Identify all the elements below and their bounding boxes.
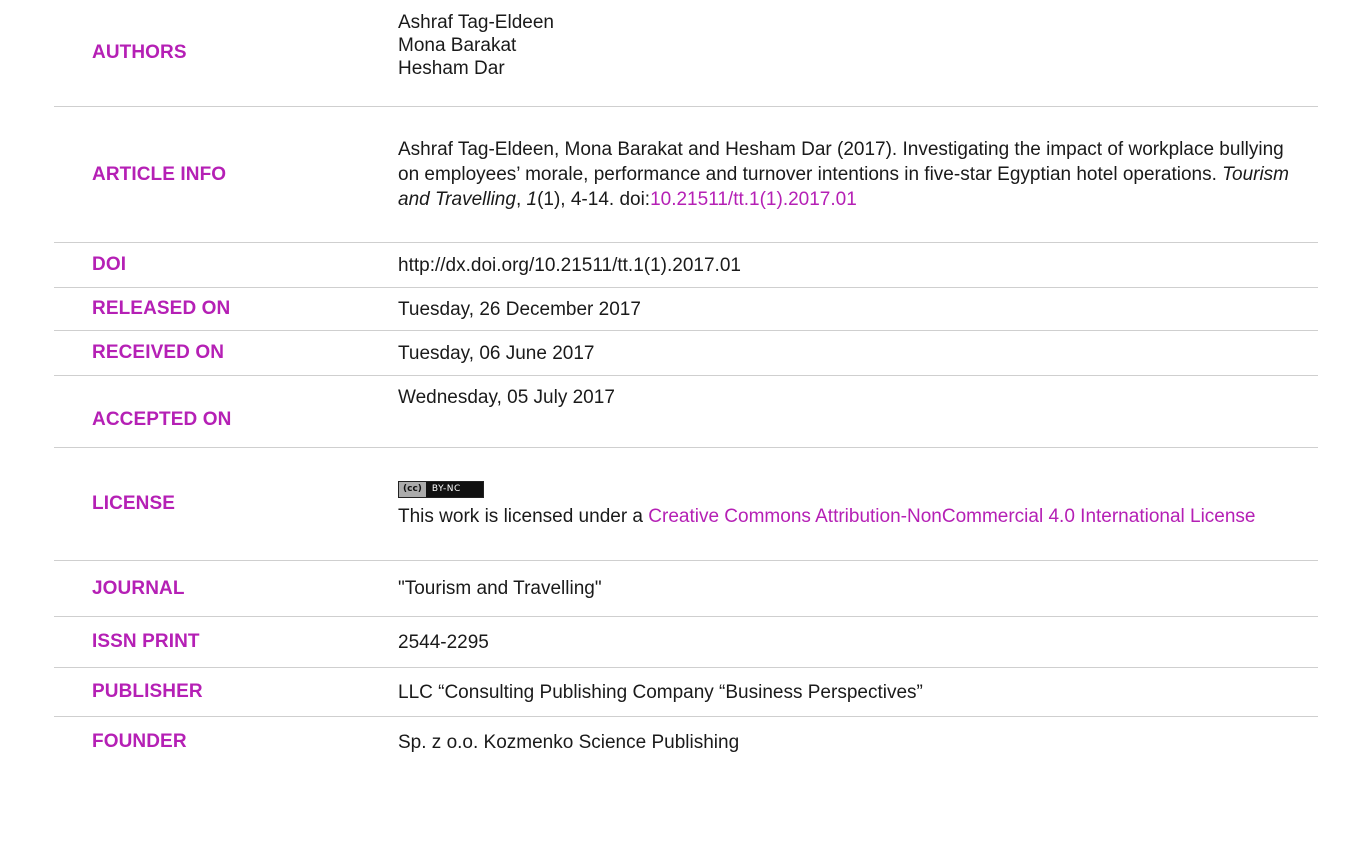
article-info-label: ARTICLE INFO bbox=[92, 163, 227, 185]
license-row: LICENSE (cc) BY-NC This work is licensed… bbox=[54, 448, 1318, 561]
received-on-value: Tuesday, 06 June 2017 bbox=[398, 342, 595, 364]
authors-label: AUTHORS bbox=[92, 42, 187, 63]
author-name: Mona Barakat bbox=[398, 34, 517, 56]
publisher-row: PUBLISHER LLC “Consulting Publishing Com… bbox=[54, 668, 1318, 717]
citation-comma: , bbox=[515, 189, 527, 210]
founder-label: FOUNDER bbox=[92, 731, 187, 752]
author-name: Ashraf Tag-Eldeen bbox=[398, 11, 554, 33]
doi-label: DOI bbox=[92, 254, 127, 275]
issn-print-value: 2544-2295 bbox=[398, 631, 489, 653]
journal-value: "Tourism and Travelling" bbox=[398, 578, 602, 599]
journal-label: JOURNAL bbox=[92, 577, 185, 599]
issn-print-label: ISSN PRINT bbox=[92, 631, 200, 652]
released-on-label: RELEASED ON bbox=[92, 298, 231, 319]
received-on-label: RECEIVED ON bbox=[92, 342, 225, 363]
citation-volume: 1 bbox=[526, 189, 538, 210]
founder-row: FOUNDER Sp. z o.o. Kozmenko Science Publ… bbox=[54, 717, 1318, 767]
license-label: LICENSE bbox=[92, 493, 176, 514]
accepted-on-label: ACCEPTED ON bbox=[92, 409, 232, 430]
license-value: (cc) BY-NC This work is licensed under a… bbox=[398, 473, 1318, 529]
authors-value: Ashraf Tag-Eldeen Mona Barakat Hesham Da… bbox=[398, 11, 1318, 80]
authors-row: AUTHORS Ashraf Tag-Eldeen Mona Barakat H… bbox=[54, 0, 1318, 107]
license-text: This work is licensed under a Creative C… bbox=[398, 504, 1308, 529]
cc-by-nc-text: BY-NC bbox=[425, 482, 483, 497]
article-metadata-table: AUTHORS Ashraf Tag-Eldeen Mona Barakat H… bbox=[54, 0, 1318, 767]
doi-row: DOI http://dx.doi.org/10.21511/tt.1(1).2… bbox=[54, 243, 1318, 288]
citation-text: Ashraf Tag-Eldeen, Mona Barakat and Hesh… bbox=[398, 139, 1284, 185]
license-prefix: This work is licensed under a bbox=[398, 506, 649, 527]
cc-logo-icon: (cc) bbox=[399, 482, 426, 497]
released-on-value: Tuesday, 26 December 2017 bbox=[398, 298, 641, 320]
received-on-row: RECEIVED ON Tuesday, 06 June 2017 bbox=[54, 331, 1318, 376]
publisher-value: LLC “Consulting Publishing Company “Busi… bbox=[398, 681, 923, 703]
license-link[interactable]: Creative Commons Attribution-NonCommerci… bbox=[648, 506, 1255, 527]
released-on-row: RELEASED ON Tuesday, 26 December 2017 bbox=[54, 288, 1318, 331]
cc-license-badge: (cc) BY-NC bbox=[398, 481, 484, 498]
accepted-on-value: Wednesday, 05 July 2017 bbox=[398, 387, 615, 408]
article-info-citation: Ashraf Tag-Eldeen, Mona Barakat and Hesh… bbox=[398, 137, 1318, 212]
journal-row: JOURNAL "Tourism and Travelling" bbox=[54, 561, 1318, 617]
citation-issue-pages: (1), 4-14. doi: bbox=[537, 189, 651, 210]
publisher-label: PUBLISHER bbox=[92, 681, 203, 702]
accepted-on-row: ACCEPTED ON Wednesday, 05 July 2017 bbox=[54, 376, 1318, 448]
citation-doi-link[interactable]: 10.21511/tt.1(1).2017.01 bbox=[650, 189, 857, 210]
doi-value: http://dx.doi.org/10.21511/tt.1(1).2017.… bbox=[398, 254, 741, 276]
issn-print-row: ISSN PRINT 2544-2295 bbox=[54, 617, 1318, 668]
author-name: Hesham Dar bbox=[398, 57, 505, 79]
founder-value: Sp. z o.o. Kozmenko Science Publishing bbox=[398, 731, 740, 753]
article-info-row: ARTICLE INFO Ashraf Tag-Eldeen, Mona Bar… bbox=[54, 107, 1318, 243]
